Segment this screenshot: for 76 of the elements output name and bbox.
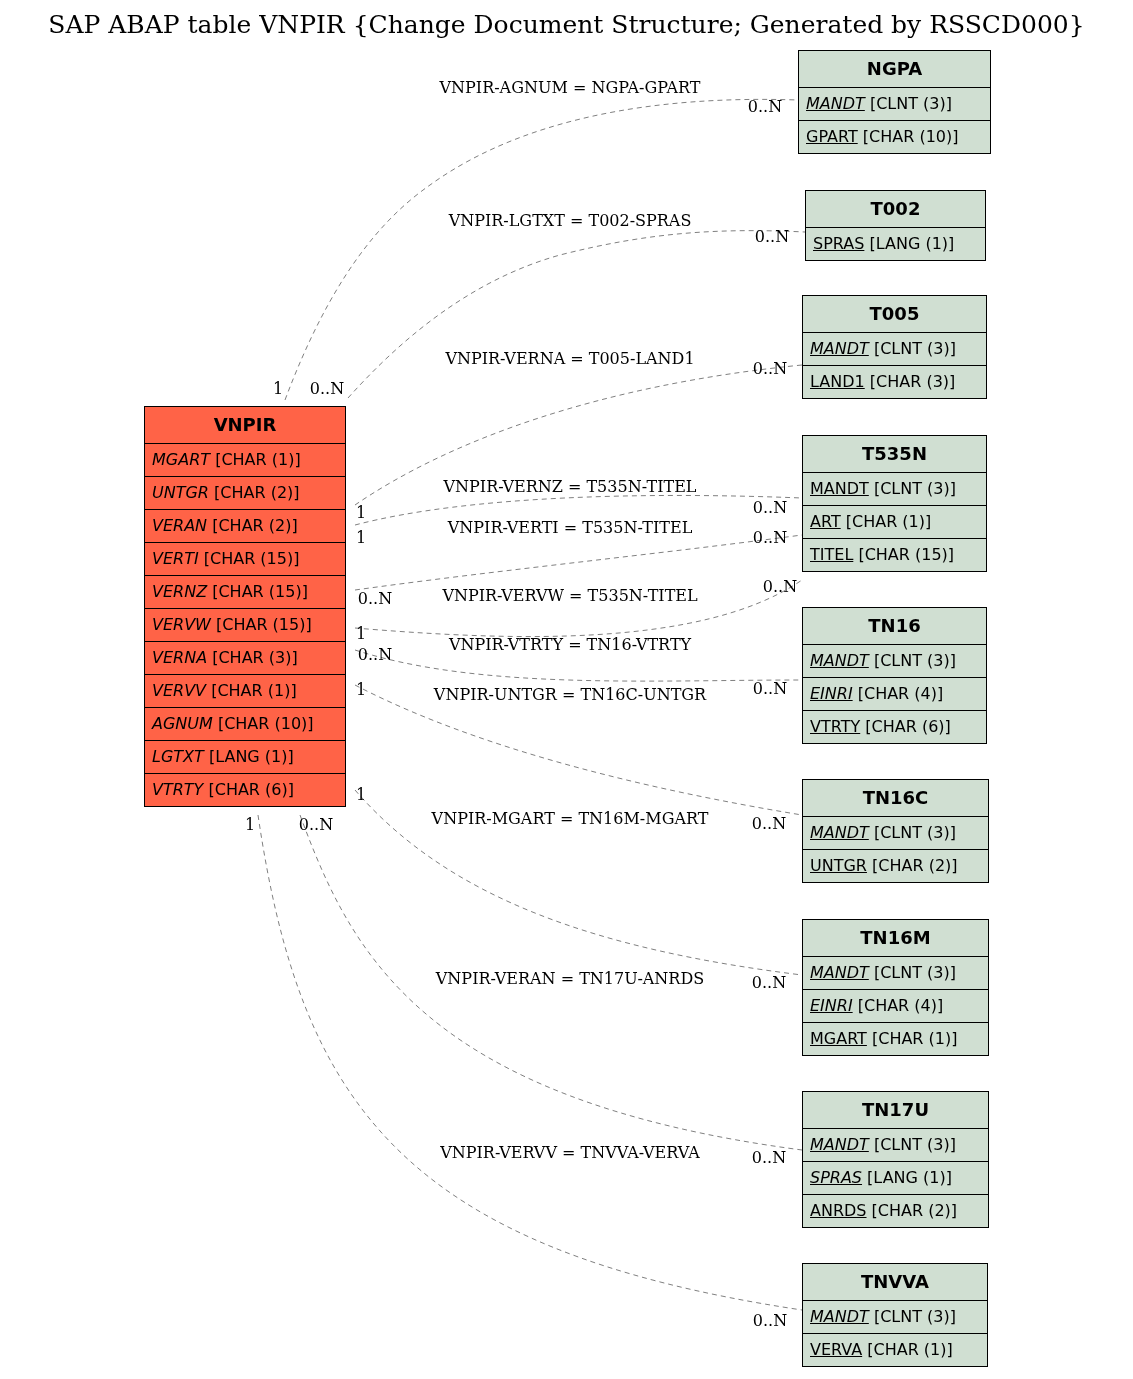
table-name: T535N: [803, 436, 986, 472]
relationship-label: VNPIR-VERNA = T005-LAND1: [445, 350, 695, 368]
table-field: LGTXT [LANG (1)]: [145, 741, 345, 773]
relationship-label: VNPIR-AGNUM = NGPA-GPART: [439, 79, 701, 97]
table-field: VERVW [CHAR (15)]: [145, 609, 345, 641]
table-name: TN16M: [803, 920, 988, 956]
table-field: MANDT [CLNT (3)]: [803, 645, 986, 677]
table-field: SPRAS [LANG (1)]: [803, 1162, 988, 1194]
cardinality-label: 0..N: [752, 499, 788, 517]
table-name: T002: [806, 191, 985, 227]
table-name: TN16C: [803, 780, 988, 816]
relationship-label: VNPIR-LGTXT = T002-SPRAS: [448, 212, 692, 230]
relationship-label: VNPIR-VERVV = TNVVA-VERVA: [440, 1144, 700, 1162]
table-field: VERVV [CHAR (1)]: [145, 675, 345, 707]
relationship-label: VNPIR-VERTI = T535N-TITEL: [447, 519, 693, 537]
table-field: UNTGR [CHAR (2)]: [145, 477, 345, 509]
table-field: MANDT [CLNT (3)]: [803, 473, 986, 505]
cardinality-label: 0..N: [752, 680, 788, 698]
cardinality-label: 1: [355, 529, 367, 547]
table-field: MANDT [CLNT (3)]: [803, 1301, 987, 1333]
cardinality-label: 1: [355, 625, 367, 643]
cardinality-label: 1: [355, 681, 367, 699]
cardinality-label: 0..N: [309, 380, 345, 398]
table-field: MANDT [CLNT (3)]: [799, 88, 990, 120]
table-field: SPRAS [LANG (1)]: [806, 228, 985, 260]
cardinality-label: 1: [355, 504, 367, 522]
table-field: VERVA [CHAR (1)]: [803, 1334, 987, 1366]
relationship-label: VNPIR-VERNZ = T535N-TITEL: [443, 478, 697, 496]
table-field: UNTGR [CHAR (2)]: [803, 850, 988, 882]
table-field: MANDT [CLNT (3)]: [803, 333, 986, 365]
cardinality-label: 0..N: [751, 1149, 787, 1167]
table-name: NGPA: [799, 51, 990, 87]
relationship-label: VNPIR-UNTGR = TN16C-UNTGR: [433, 686, 707, 704]
cardinality-label: 0..N: [752, 529, 788, 547]
cardinality-label: 1: [272, 380, 284, 398]
table-field: MANDT [CLNT (3)]: [803, 1129, 988, 1161]
table-field: VERTI [CHAR (15)]: [145, 543, 345, 575]
table-name: T005: [803, 296, 986, 332]
table-field: GPART [CHAR (10)]: [799, 121, 990, 153]
table-field: VERNA [CHAR (3)]: [145, 642, 345, 674]
table-field: TITEL [CHAR (15)]: [803, 539, 986, 571]
cardinality-label: 0..N: [298, 816, 334, 834]
table-field: MGART [CHAR (1)]: [803, 1023, 988, 1055]
relationship-label: VNPIR-VERAN = TN17U-ANRDS: [435, 970, 705, 988]
table-field: LAND1 [CHAR (3)]: [803, 366, 986, 398]
table-name: VNPIR: [145, 407, 345, 443]
table-field: ANRDS [CHAR (2)]: [803, 1195, 988, 1227]
cardinality-label: 0..N: [357, 590, 393, 608]
diagram-title: SAP ABAP table VNPIR {Change Document Structure; Generated by RSSCD000}: [47, 9, 1086, 41]
table-name: TN17U: [803, 1092, 988, 1128]
table-field: VERNZ [CHAR (15)]: [145, 576, 345, 608]
table-name: TN16: [803, 608, 986, 644]
table-field: EINRI [CHAR (4)]: [803, 678, 986, 710]
table-field: VTRTY [CHAR (6)]: [803, 711, 986, 743]
relationship-label: VNPIR-VTRTY = TN16-VTRTY: [448, 636, 692, 654]
table-field: MANDT [CLNT (3)]: [803, 957, 988, 989]
cardinality-label: 0..N: [751, 974, 787, 992]
table-field: VERAN [CHAR (2)]: [145, 510, 345, 542]
table-field: MANDT [CLNT (3)]: [803, 817, 988, 849]
relationship-label: VNPIR-VERVW = T535N-TITEL: [442, 587, 698, 605]
cardinality-label: 0..N: [751, 815, 787, 833]
cardinality-label: 1: [355, 786, 367, 804]
table-field: MGART [CHAR (1)]: [145, 444, 345, 476]
cardinality-label: 0..N: [752, 1312, 788, 1330]
relationship-label: VNPIR-MGART = TN16M-MGART: [431, 810, 709, 828]
table-field: AGNUM [CHAR (10)]: [145, 708, 345, 740]
table-field: VTRTY [CHAR (6)]: [145, 774, 345, 806]
table-name: TNVVA: [803, 1264, 987, 1300]
table-field: EINRI [CHAR (4)]: [803, 990, 988, 1022]
cardinality-label: 0..N: [357, 646, 393, 664]
cardinality-label: 0..N: [754, 228, 790, 246]
cardinality-label: 0..N: [747, 98, 783, 116]
cardinality-label: 0..N: [752, 360, 788, 378]
cardinality-label: 0..N: [762, 578, 798, 596]
table-field: ART [CHAR (1)]: [803, 506, 986, 538]
cardinality-label: 1: [244, 816, 256, 834]
